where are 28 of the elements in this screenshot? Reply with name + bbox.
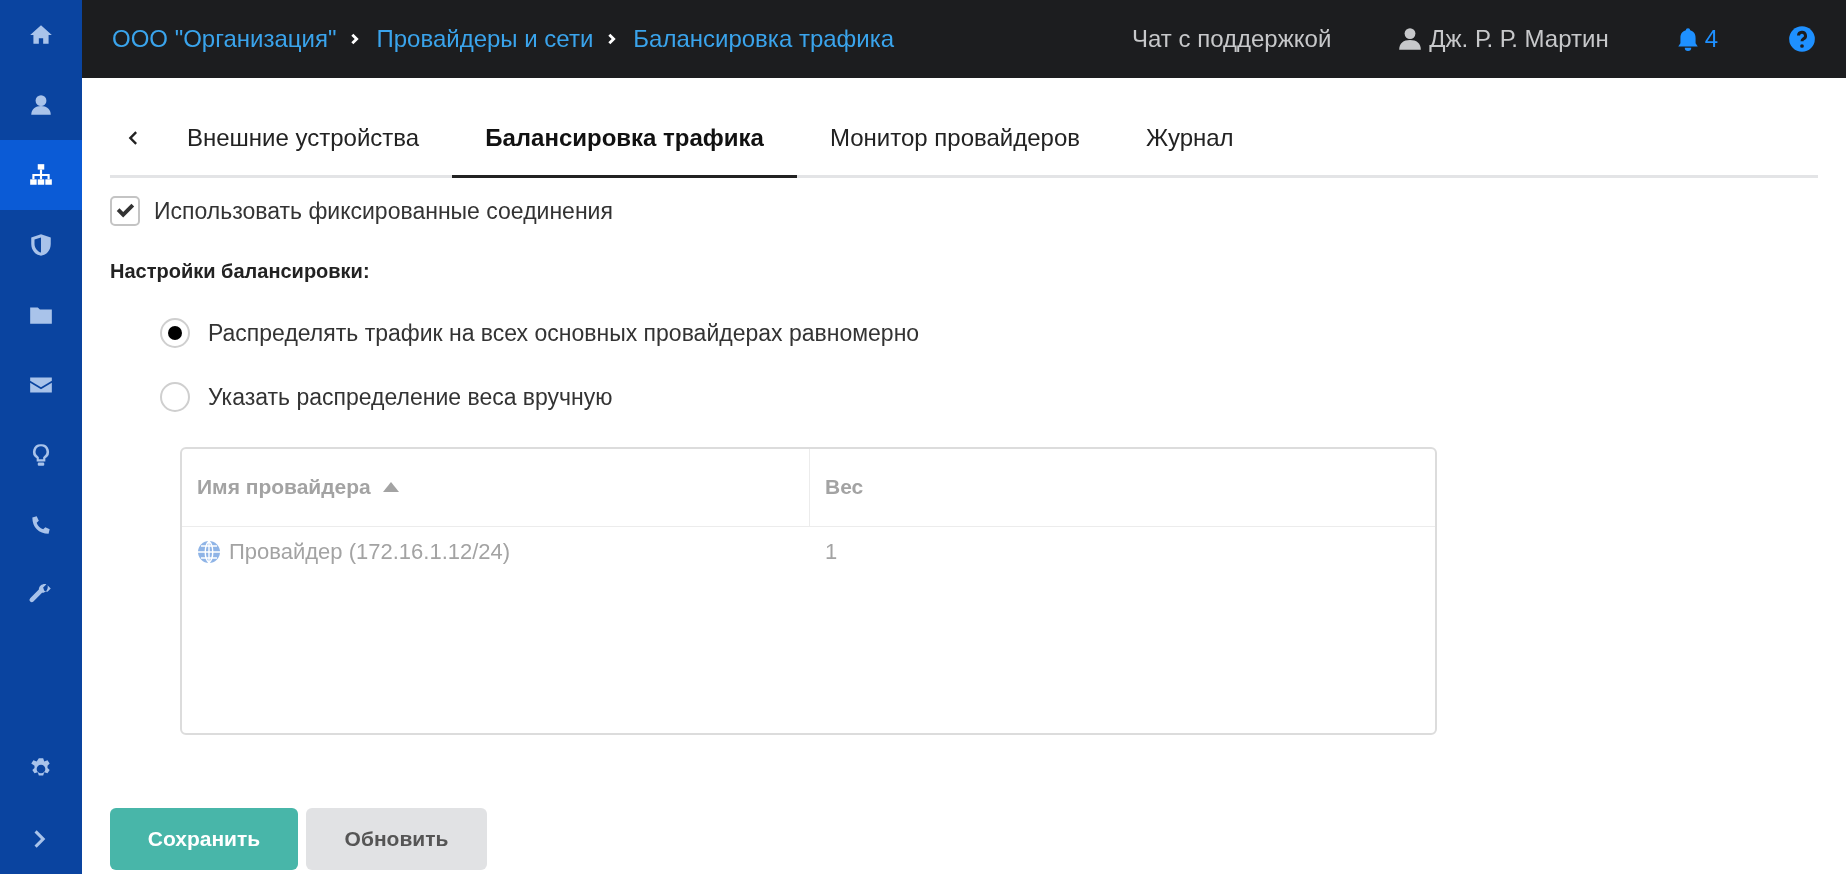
checkbox-label: Использовать фиксированные соединения [154, 197, 613, 226]
radio-button[interactable] [160, 317, 190, 348]
tab[interactable]: Внешние устройства [154, 100, 453, 178]
sort-ascending-icon [382, 482, 399, 492]
support-chat-link[interactable]: Чат с поддержкой [1132, 21, 1332, 57]
table-cell: Провайдер (172.16.1.12/24) [182, 526, 810, 577]
breadcrumb-link[interactable]: Балансировка трафика [633, 21, 895, 57]
shield-icon [28, 232, 54, 258]
sidebar-item[interactable] [0, 140, 82, 210]
radio-button[interactable] [160, 382, 190, 413]
tab[interactable]: Монитор провайдеров [796, 100, 1114, 178]
radio-label: Распределять трафик на всех основных провайдерах равномерно [208, 318, 920, 348]
checkbox[interactable] [110, 196, 140, 227]
user-icon [28, 92, 54, 118]
table-cell-text: 1 [824, 538, 839, 566]
radio-label: Указать распределение веса вручную [208, 383, 613, 412]
section-title: Настройки балансировки: [110, 258, 371, 284]
tab[interactable]: Журнал [1113, 100, 1267, 178]
globe-icon [197, 539, 221, 564]
breadcrumb-link[interactable]: ООО "Организация" [112, 21, 337, 57]
notifications-button[interactable]: 4 [1674, 21, 1718, 57]
help-icon[interactable] [1788, 25, 1816, 53]
user-icon [1397, 26, 1424, 52]
tab[interactable]: Балансировка трафика [452, 100, 797, 178]
user-menu[interactable]: Дж. Р. Р. Мартин [1397, 21, 1609, 57]
refresh-button[interactable]: Обновить [306, 807, 487, 870]
breadcrumb-link[interactable]: Провайдеры и сети [376, 21, 594, 57]
sitemap-icon [28, 162, 54, 188]
